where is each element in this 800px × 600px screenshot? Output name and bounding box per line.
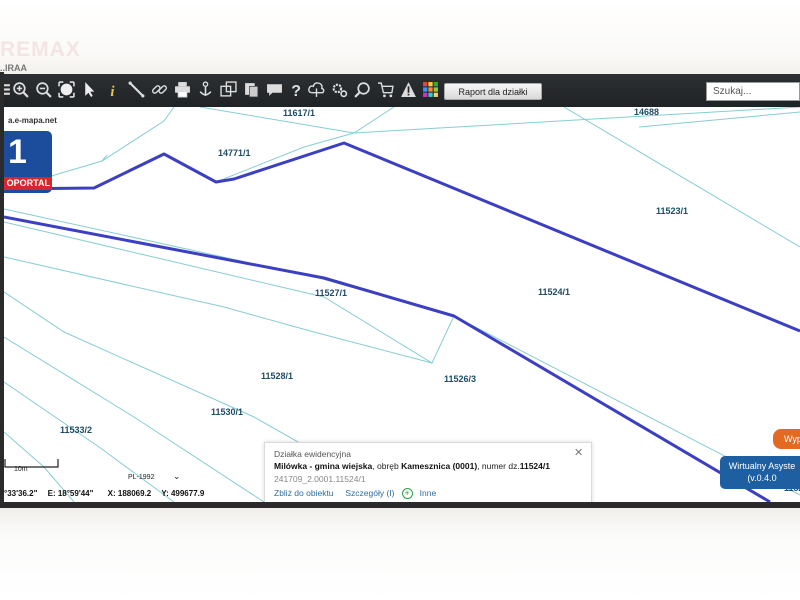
map-toolbar: i ? Raport dla działki Szukaj... <box>0 74 800 107</box>
warning-icon[interactable] <box>399 80 417 98</box>
assistant-title: Wirtualny Asyste <box>728 461 796 471</box>
print-icon[interactable] <box>173 80 191 98</box>
cloud-download-icon[interactable] <box>307 80 325 98</box>
svg-text:?: ? <box>291 82 301 97</box>
parcel-label: 14771/1 <box>218 148 251 158</box>
zoom-out-icon[interactable] <box>34 80 52 98</box>
coord-x: X: 188069.2 <box>107 489 152 498</box>
parcel-label: 11533/2 <box>60 425 93 435</box>
geoportal-logo[interactable]: 1 OPORTAL <box>4 131 52 193</box>
anchor-icon[interactable] <box>196 80 214 98</box>
other-link[interactable]: Inne <box>420 488 437 498</box>
scale-bar <box>4 459 59 468</box>
measure-distance-icon[interactable] <box>127 80 145 98</box>
parcel-label: 11523/1 <box>656 206 689 216</box>
parcel-label: 11526/3 <box>444 374 477 384</box>
portal-url: a.e-mapa.net <box>8 116 57 125</box>
parcel-label: 11530/1 <box>211 407 244 417</box>
settings-icon[interactable] <box>330 80 348 98</box>
longitude: E: 18°59'44" <box>47 489 94 498</box>
parcel-label: 11617/1 <box>283 108 316 118</box>
watermark-subtext: ..IRAA <box>0 63 27 73</box>
comment-icon[interactable] <box>265 80 283 98</box>
zoom-in-icon[interactable] <box>11 80 29 98</box>
logo-number: 1 <box>8 133 27 171</box>
popup-precinct-prefix: , obręb <box>372 461 402 471</box>
details-link[interactable]: Szczegóły (I) <box>345 488 394 498</box>
question-icon[interactable]: ? <box>287 80 305 98</box>
logo-portal-text: OPORTAL <box>4 177 52 190</box>
info-icon[interactable]: i <box>104 80 122 98</box>
parcel-label: 14688 <box>634 107 660 117</box>
parcel-info-popup: Działka ewidencyjna ✕ Milówka - gmina wi… <box>264 442 592 502</box>
parcel-report-button[interactable]: Raport dla działki <box>444 83 542 100</box>
layers-icon[interactable] <box>219 80 237 98</box>
coordinates-readout: °33'36.2" E: 18°59'44" X: 188069.2 Y: 49… <box>4 489 212 498</box>
zoom-to-object-link[interactable]: Zbliż do obiektu <box>274 488 334 498</box>
popup-location: Milówka - gmina wiejska <box>274 461 373 471</box>
crs-select[interactable]: PL-1992 <box>128 474 154 481</box>
full-extent-icon[interactable] <box>57 80 75 98</box>
background-bottom <box>0 508 800 600</box>
assistant-version: (v.0.4.0 <box>747 473 777 483</box>
popup-actions: Zbliż do obiektu Szczegóły (I) + Inne <box>274 488 437 500</box>
scale-label: 10m <box>14 466 28 473</box>
popup-identifier: 241709_2.0001.11524/1 <box>274 474 366 484</box>
parcel-label: 11528/1 <box>261 371 294 381</box>
virtual-assistant-button[interactable]: Wirtualny Asyste (v.0.4.0 <box>720 456 800 489</box>
color-grid-icon[interactable] <box>421 80 439 98</box>
popup-description: Milówka - gmina wiejska, obręb Kamesznic… <box>274 461 550 471</box>
orange-action-button[interactable]: Wyp <box>773 429 800 449</box>
pointer-icon[interactable] <box>80 80 98 98</box>
watermark-logo: REMAX <box>0 38 81 61</box>
coord-y: Y: 499677.9 <box>161 489 205 498</box>
popup-precinct: Kamesznica (0001) <box>401 461 478 471</box>
popup-parcel-number: 11524/1 <box>519 461 550 471</box>
link-icon[interactable] <box>150 80 168 98</box>
copy-icon[interactable] <box>242 80 260 98</box>
latitude: °33'36.2" <box>4 489 38 498</box>
search-input[interactable] <box>706 82 800 101</box>
close-icon[interactable]: ✕ <box>574 446 583 459</box>
background-top <box>0 0 800 74</box>
shopping-cart-icon[interactable] <box>376 80 394 98</box>
parcel-label: 11524/1 <box>538 287 571 297</box>
chevron-down-icon[interactable]: ⌄ <box>173 471 181 482</box>
svg-text:i: i <box>110 83 115 97</box>
popup-title: Działka ewidencyjna <box>274 449 352 459</box>
map-canvas[interactable]: 11617/1 14688 14771/1 11523/1 11527/1 11… <box>4 107 800 502</box>
popup-number-prefix: , numer dz. <box>477 461 520 471</box>
plus-icon[interactable]: + <box>401 488 413 500</box>
parcel-label: 11527/1 <box>315 288 348 298</box>
search-map-icon[interactable] <box>353 80 371 98</box>
